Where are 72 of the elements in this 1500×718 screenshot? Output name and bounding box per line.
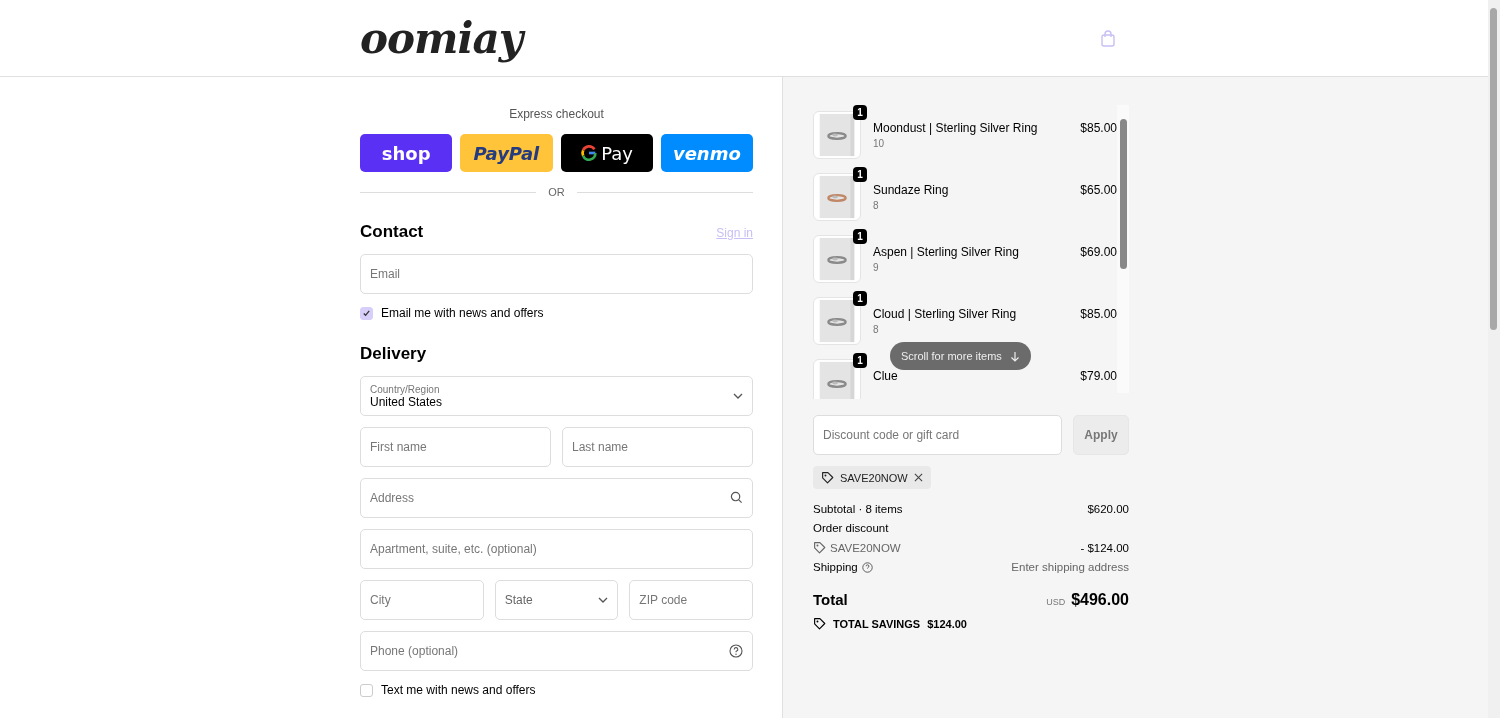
- paypal-button[interactable]: PayPal: [460, 134, 553, 172]
- check-icon: [362, 308, 371, 318]
- section-heading: Delivery: [360, 344, 427, 364]
- summary-value: - $124.00: [1080, 541, 1129, 554]
- help-icon: [729, 644, 743, 658]
- help-icon[interactable]: [861, 561, 873, 573]
- text-field[interactable]: First name: [360, 427, 551, 467]
- summary-value: Enter shipping address: [1011, 561, 1129, 573]
- product-price: $85.00: [1080, 306, 1117, 321]
- state-select[interactable]: State: [494, 580, 619, 620]
- summary-label: Subtotal · 8 items: [813, 503, 903, 515]
- section-label: Express checkout: [508, 107, 605, 121]
- venmo-button[interactable]: venmo: [660, 134, 753, 172]
- discount-field[interactable]: Discount code or gift card: [813, 415, 1062, 455]
- close-icon[interactable]: [913, 473, 923, 482]
- product-name: Cloud | Sterling Silver Ring: [873, 307, 1018, 321]
- discount-code: SAVE20NOW: [840, 471, 908, 484]
- google-pay-button[interactable]: Pay: [560, 134, 653, 172]
- product-variant: 9: [873, 262, 880, 273]
- phone-field[interactable]: Phone (optional): [360, 631, 753, 671]
- product-price: $79.00: [1080, 368, 1117, 383]
- quantity-badge: 1: [853, 353, 867, 368]
- product-name: Sundaze Ring: [873, 183, 950, 197]
- search-icon: [730, 491, 743, 504]
- page-scrollbar[interactable]: [1488, 0, 1500, 718]
- summary-value: $620.00: [1087, 503, 1129, 515]
- total-value: $496.00: [1071, 591, 1129, 608]
- text-field[interactable]: Last name: [562, 427, 753, 467]
- product-variant: 10: [873, 138, 886, 149]
- checkbox-label: Email me with news and offers: [381, 306, 544, 320]
- chevron-down-icon: [733, 393, 743, 399]
- product-name: Clue: [873, 369, 899, 383]
- product-price: $65.00: [1080, 182, 1117, 197]
- savings-label: TOTAL SAVINGS: [833, 617, 921, 630]
- tag-icon: [813, 541, 826, 554]
- product-price: $69.00: [1080, 244, 1117, 259]
- text-field[interactable]: City: [360, 580, 484, 620]
- quantity-badge: 1: [853, 167, 867, 182]
- quantity-badge: 1: [853, 291, 867, 306]
- tag-icon: [821, 471, 834, 484]
- summary-label: Shipping: [813, 561, 858, 573]
- tags-icon: [813, 617, 826, 630]
- checkbox-label: Text me with news and offers: [381, 683, 536, 697]
- product-price: $85.00: [1080, 120, 1117, 135]
- apply-button[interactable]: Apply: [1073, 415, 1129, 455]
- product-variant: 8: [873, 324, 880, 335]
- quantity-badge: 1: [853, 229, 867, 244]
- address-field[interactable]: Address: [360, 478, 753, 518]
- scrollbar[interactable]: [1117, 105, 1129, 393]
- shop-pay-button[interactable]: shop: [360, 134, 453, 172]
- total-label: Total: [813, 591, 848, 608]
- product-variant: 8: [873, 200, 880, 211]
- email-field[interactable]: Email: [360, 254, 753, 294]
- checkbox[interactable]: [360, 683, 373, 697]
- quantity-badge: 1: [853, 105, 867, 120]
- text-field[interactable]: ZIP code: [629, 580, 753, 620]
- arrow-down-icon: [1009, 350, 1020, 362]
- discount-code: SAVE20NOW: [830, 541, 901, 554]
- product-name: Aspen | Sterling Silver Ring: [873, 245, 1020, 259]
- checkbox[interactable]: [360, 306, 373, 320]
- country-select[interactable]: Country/Region United States: [360, 376, 753, 416]
- currency-label: USD: [1046, 597, 1066, 607]
- chevron-down-icon: [598, 597, 609, 603]
- text-field[interactable]: Apartment, suite, etc. (optional): [360, 529, 753, 569]
- product-name: Moondust | Sterling Silver Ring: [873, 121, 1039, 135]
- g-letter-icon: [580, 144, 599, 162]
- divider-label: OR: [548, 186, 565, 198]
- shopping-bag-icon[interactable]: [1100, 29, 1116, 47]
- summary-label: Order discount: [813, 522, 889, 534]
- scroll-hint-button[interactable]: Scroll for more items: [890, 342, 1031, 370]
- section-heading: Contact: [360, 222, 424, 242]
- savings-value: $124.00: [927, 617, 967, 630]
